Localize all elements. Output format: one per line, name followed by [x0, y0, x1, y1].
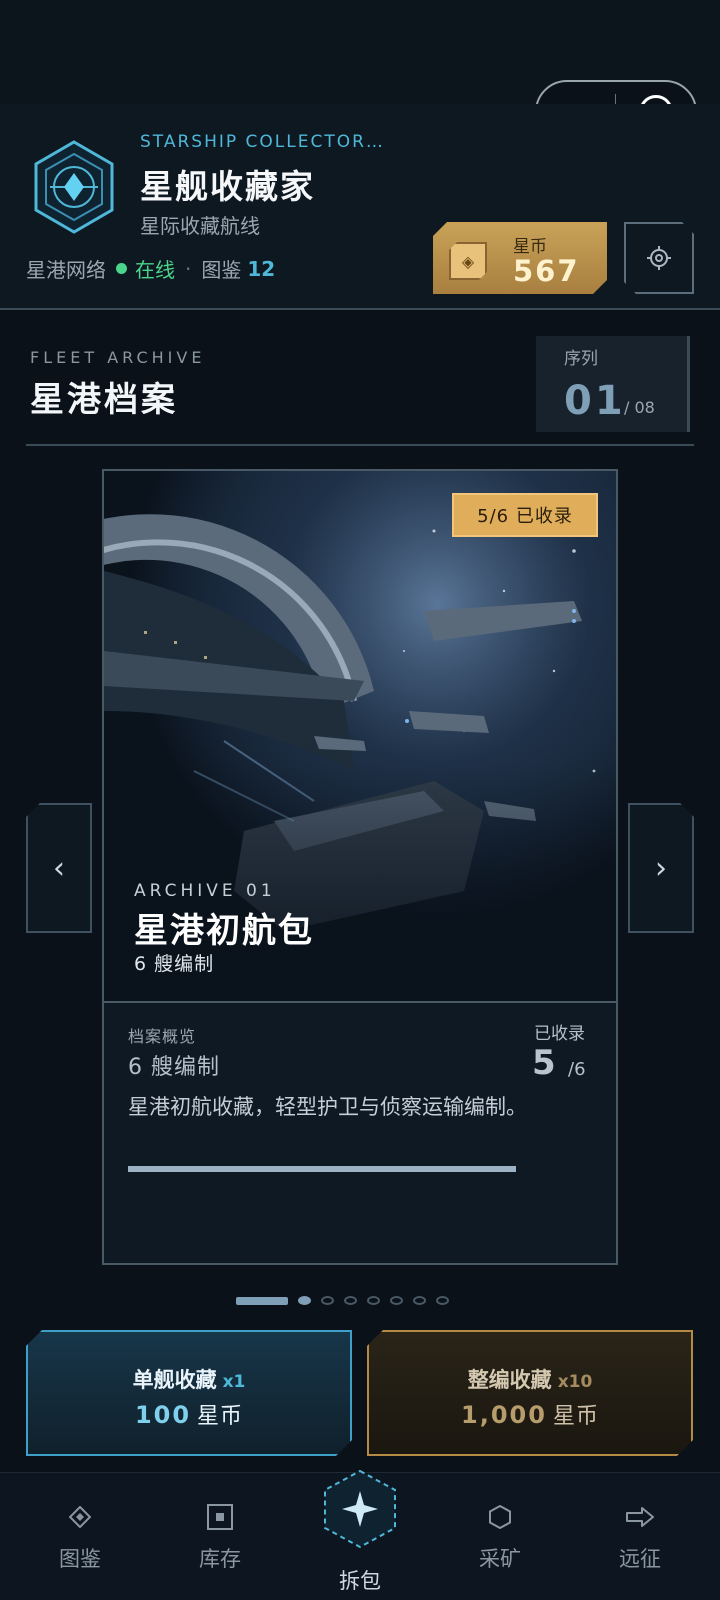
coin-icon: ◈	[449, 242, 487, 280]
overview-ship-count: 6 艘编制	[128, 1055, 220, 1080]
app-header: STARSHIP COLLECTOR… 星舰收藏家 星际收藏航线 星港网络 在线…	[0, 104, 720, 310]
bottom-tab-bar: 图鉴 库存 拆包 采矿 远征	[0, 1469, 720, 1600]
sequence-indicator: 序列 01 / 08	[536, 336, 690, 432]
tab-label: 库存	[199, 1547, 241, 1571]
single-purchase-button[interactable]: 单舰收藏 x1 100 星币	[26, 1330, 352, 1456]
team-purchase-mult: x10	[557, 1372, 593, 1392]
pack-artwork: 5/6 已收录 ARCHIVE 01 星港初航包 6 艘编制	[104, 471, 616, 1001]
tab-unpack[interactable]: 拆包	[290, 1469, 430, 1600]
gear-icon	[645, 244, 673, 272]
network-status: 星港网络 在线 · 图鉴 12	[26, 254, 275, 283]
carousel-prev-button[interactable]: ‹	[26, 803, 92, 933]
single-purchase-mult: x1	[222, 1372, 246, 1392]
single-purchase-name: 单舰收藏	[132, 1368, 217, 1392]
collected-badge: 5/6 已收录	[452, 493, 598, 537]
section-title: 星港档案	[30, 380, 178, 420]
app-title: 星舰收藏家	[140, 167, 315, 206]
tab-label: 采矿	[479, 1547, 521, 1571]
starship-logo-icon	[34, 140, 114, 234]
sequence-current: 01	[564, 378, 626, 424]
section-divider	[26, 444, 694, 446]
pagination-dot[interactable]	[390, 1296, 403, 1305]
single-price-value: 100	[134, 1401, 192, 1429]
single-purchase-price: 100 星币	[28, 1398, 350, 1430]
expedition-icon	[570, 1499, 710, 1535]
carousel-next-button[interactable]: ›	[628, 803, 694, 933]
mining-icon	[430, 1499, 570, 1535]
single-price-unit: 星币	[197, 1404, 244, 1429]
chevron-right-icon: ›	[655, 850, 667, 886]
chevron-left-icon: ‹	[53, 850, 65, 886]
pagination-dot[interactable]	[321, 1296, 334, 1305]
pack-ship-count: 6 艘编制	[134, 953, 215, 975]
team-purchase-label: 整编收藏 x10	[369, 1364, 691, 1394]
coin-value: 567	[513, 254, 580, 288]
unpack-icon	[324, 1469, 396, 1549]
sequence-total: / 08	[624, 398, 655, 417]
inventory-icon	[150, 1499, 290, 1535]
catalog-count: 12	[247, 256, 276, 281]
card-divider	[104, 1001, 616, 1003]
settings-button[interactable]	[624, 222, 694, 294]
team-purchase-name: 整编收藏	[467, 1368, 552, 1392]
coin-balance[interactable]: ◈ 星币 567	[433, 222, 607, 294]
tab-label: 图鉴	[59, 1547, 101, 1571]
online-indicator-icon	[116, 263, 127, 274]
network-label: 星港网络	[26, 258, 106, 282]
tab-label: 远征	[619, 1547, 661, 1571]
pack-archive-en: ARCHIVE 01	[134, 881, 276, 901]
tab-inventory[interactable]: 库存	[150, 1473, 290, 1600]
pagination-dot[interactable]	[436, 1296, 449, 1305]
collected-value: 5	[532, 1043, 556, 1083]
tab-label: 拆包	[339, 1569, 381, 1593]
sequence-label: 序列	[564, 349, 598, 369]
team-price-value: 1,000	[461, 1401, 547, 1429]
overview-label: 档案概览	[128, 1027, 197, 1046]
tab-expedition[interactable]: 远征	[570, 1473, 710, 1600]
tab-catalog[interactable]: 图鉴	[10, 1473, 150, 1600]
pack-name: 星港初航包	[134, 911, 314, 951]
online-label: 在线	[135, 258, 175, 282]
pack-description: 星港初航收藏，轻型护卫与侦察运输编制。	[128, 1095, 527, 1119]
catalog-icon	[10, 1499, 150, 1535]
pagination-dot[interactable]	[344, 1296, 357, 1305]
app-subtitle: 星际收藏航线	[140, 214, 260, 238]
collection-progress-bar	[128, 1166, 516, 1172]
team-purchase-button[interactable]: 整编收藏 x10 1,000 星币	[367, 1330, 693, 1456]
collected-label: 已收录	[534, 1024, 585, 1044]
app-subtitle-en: STARSHIP COLLECTOR…	[140, 132, 385, 152]
carousel-pagination	[236, 1296, 449, 1305]
pagination-dot[interactable]	[298, 1296, 311, 1305]
collected-total: /6	[568, 1059, 586, 1080]
tab-mining[interactable]: 采矿	[430, 1473, 570, 1600]
status-separator: ·	[185, 256, 192, 281]
catalog-label: 图鉴	[201, 258, 242, 282]
single-purchase-label: 单舰收藏 x1	[28, 1364, 350, 1394]
pagination-dot[interactable]	[367, 1296, 380, 1305]
pack-card[interactable]: 5/6 已收录 ARCHIVE 01 星港初航包 6 艘编制 档案概览 6 艘编…	[102, 469, 618, 1265]
pagination-dot[interactable]	[413, 1296, 426, 1305]
team-price-unit: 星币	[552, 1404, 599, 1429]
section-label-en: FLEET ARCHIVE	[30, 348, 206, 367]
pagination-active-bar	[236, 1296, 288, 1305]
team-purchase-price: 1,000 星币	[369, 1398, 691, 1430]
